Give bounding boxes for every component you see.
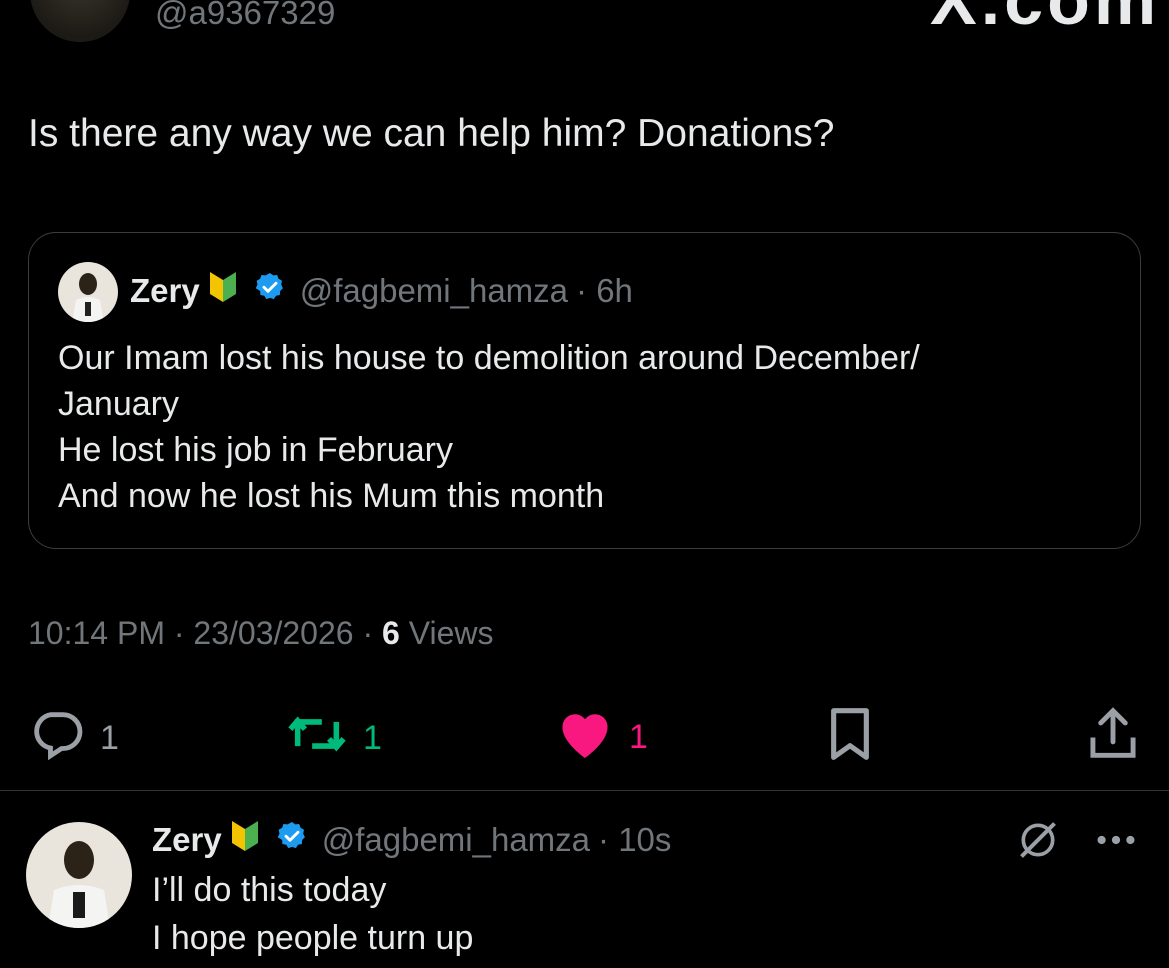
quote-body: Our Imam lost his house to demolition ar… [58,335,920,519]
author-avatar[interactable] [30,0,130,42]
quote-header: Zery @fagbemi_hamza · 6h [130,270,633,312]
reply-button[interactable]: 1 [28,705,119,772]
reply-time: · 10s [598,821,672,858]
tweet-meta: 10:14 PM · 23/03/2026 · 6 Views [28,615,493,652]
tweet-time[interactable]: 10:14 PM [28,615,165,651]
quote-line: January [58,385,179,423]
reply-author-handle[interactable]: @fagbemi_hamza [322,821,590,859]
reply-line: I’ll do this today [152,871,387,909]
views-label: Views [408,615,494,651]
repost-icon [285,705,349,772]
quote-author-handle[interactable]: @fagbemi_hamza [300,272,568,310]
grok-icon [1016,822,1060,866]
reply-icon [28,705,86,772]
beginner-mark-icon [208,270,238,312]
tweet-date[interactable]: 23/03/2026 [193,615,353,651]
more-icon [1094,835,1138,862]
bookmark-icon [824,708,876,766]
quote-line: And now he lost his Mum this month [58,477,605,515]
share-icon [1086,707,1140,766]
views-count: 6 [382,615,400,651]
reply-header: Zery @fagbemi_hamza · 10s [152,818,671,862]
reply-body: I’ll do this today I hope people turn up [152,866,473,962]
repost-button[interactable]: 1 [285,705,382,772]
more-button[interactable] [1094,822,1138,863]
verified-icon [276,820,308,860]
reply-author-name[interactable]: Zery [152,821,222,859]
divider [0,790,1169,791]
share-button[interactable] [1086,704,1140,767]
beginner-mark-icon [230,818,260,862]
verified-icon [254,271,286,311]
quote-line: He lost his job in February [58,431,453,469]
like-count: 1 [629,718,648,756]
quote-line: Our Imam lost his house to demolition ar… [58,339,920,377]
grok-button[interactable] [1016,818,1060,867]
bookmark-button[interactable] [824,706,876,767]
quote-avatar[interactable] [58,262,118,322]
heart-icon [555,705,615,770]
brand-watermark: X.com [930,0,1161,39]
quote-author-name[interactable]: Zery [130,272,200,310]
reply-avatar[interactable] [26,822,132,928]
like-button[interactable]: 1 [555,705,648,770]
tweet-text: Is there any way we can help him? Donati… [28,112,835,155]
author-handle[interactable]: @a9367329 [155,0,335,32]
meta-separator: · [362,615,374,651]
reply-count: 1 [100,719,119,757]
repost-count: 1 [363,719,382,757]
reply-line: I hope people turn up [152,919,474,957]
meta-separator: · [173,615,185,651]
quote-time: · 6h [576,272,633,309]
